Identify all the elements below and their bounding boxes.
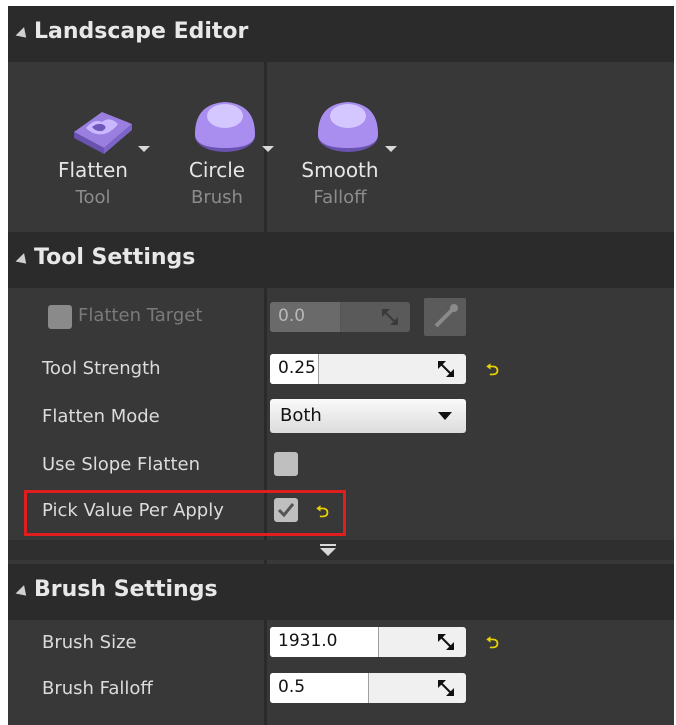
brush-falloff-field[interactable]: 0.5 bbox=[270, 673, 466, 703]
collapse-triangle-icon bbox=[15, 253, 31, 268]
landscape-editor-header[interactable]: Landscape Editor bbox=[8, 6, 674, 62]
flatten-target-field[interactable]: 0.0 bbox=[270, 302, 410, 332]
tool-strength-label: Tool Strength bbox=[42, 358, 161, 379]
flatten-mode-value: Both bbox=[280, 405, 322, 426]
brush-size-value: 1931.0 bbox=[278, 631, 338, 651]
tool-strength-field[interactable]: 0.25 bbox=[270, 354, 466, 384]
flatten-tool-button[interactable]: Flatten Tool bbox=[48, 94, 158, 224]
use-slope-flatten-checkbox[interactable] bbox=[274, 452, 298, 476]
dropdown-arrow-icon bbox=[385, 146, 397, 152]
highlight-box bbox=[24, 490, 346, 536]
brush-falloff-value: 0.5 bbox=[278, 677, 306, 697]
smooth-falloff-icon bbox=[318, 102, 378, 152]
dropdown-arrow-icon bbox=[138, 146, 150, 152]
reset-to-default-icon[interactable]: ⮌ bbox=[486, 632, 499, 659]
pick-value-eyedropper-button[interactable] bbox=[424, 298, 466, 336]
drag-arrows-icon bbox=[382, 309, 398, 325]
drag-arrows-icon bbox=[438, 680, 454, 696]
flatten-target-checkbox[interactable] bbox=[48, 305, 72, 329]
flatten-target-value: 0.0 bbox=[278, 306, 306, 326]
flatten-mode-dropdown[interactable]: Both bbox=[270, 399, 466, 433]
reset-to-default-icon[interactable]: ⮌ bbox=[486, 359, 499, 386]
tool-sub-label: Brush bbox=[191, 187, 243, 208]
brush-falloff-label: Brush Falloff bbox=[42, 678, 153, 699]
circle-brush-button[interactable]: Circle Brush bbox=[172, 94, 282, 224]
tool-settings-header[interactable]: Tool Settings bbox=[8, 232, 674, 288]
tool-strength-value: 0.25 bbox=[278, 358, 316, 378]
advanced-expander[interactable] bbox=[8, 540, 674, 560]
expand-arrow-icon bbox=[320, 544, 336, 556]
collapse-triangle-icon bbox=[15, 27, 31, 42]
dropdown-arrow-icon bbox=[262, 146, 274, 152]
smooth-falloff-button[interactable]: Smooth Falloff bbox=[295, 94, 405, 224]
tool-main-label: Circle bbox=[188, 158, 246, 182]
tool-settings-title: Tool Settings bbox=[34, 245, 196, 270]
flatten-mode-label: Flatten Mode bbox=[42, 406, 160, 427]
collapse-triangle-icon bbox=[15, 585, 31, 600]
brush-size-field[interactable]: 1931.0 bbox=[270, 627, 466, 657]
brush-settings-header[interactable]: Brush Settings bbox=[8, 564, 674, 620]
drag-arrows-icon bbox=[438, 634, 454, 650]
drag-arrows-icon bbox=[438, 361, 454, 377]
flatten-tool-icon bbox=[74, 112, 132, 154]
tool-main-label: Flatten bbox=[58, 158, 128, 182]
brush-size-label: Brush Size bbox=[42, 632, 137, 653]
use-slope-flatten-label: Use Slope Flatten bbox=[42, 454, 200, 475]
tool-sub-label: Falloff bbox=[313, 187, 367, 208]
landscape-editor-title: Landscape Editor bbox=[34, 19, 249, 44]
flatten-target-label: Flatten Target bbox=[78, 305, 203, 326]
eyedropper-icon bbox=[434, 304, 458, 328]
landscape-editor-panel: Landscape Editor Flatten Tool Circle Bru… bbox=[8, 6, 674, 725]
chevron-down-icon bbox=[438, 412, 452, 420]
brush-settings-title: Brush Settings bbox=[34, 577, 218, 602]
tool-main-label: Smooth bbox=[301, 158, 379, 182]
tool-sub-label: Tool bbox=[75, 187, 111, 208]
circle-brush-icon bbox=[195, 102, 255, 152]
